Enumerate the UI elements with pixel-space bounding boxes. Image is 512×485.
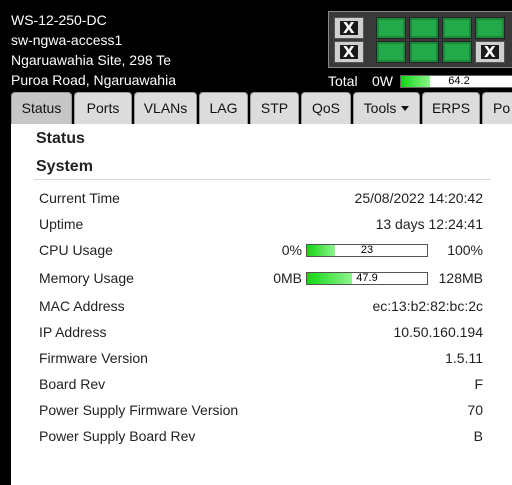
device-hostname: sw-ngwa-access1 (11, 32, 123, 48)
port-8[interactable] (442, 41, 472, 63)
section-title-system: System (36, 158, 93, 175)
current-time-value: 25/08/2022 14:20:42 (354, 190, 483, 206)
tab-stp[interactable]: STP (250, 92, 299, 124)
tab-tools[interactable]: Tools (353, 92, 420, 124)
memory-usage-label: Memory Usage (39, 270, 134, 286)
board-rev-value: F (474, 376, 483, 392)
total-power-watts: 0W (372, 73, 393, 89)
device-location-line1: Ngaruawahia Site, 298 Te (11, 52, 172, 68)
port-disabled-x-icon: X (484, 43, 496, 61)
port-disabled-x-icon: X (343, 19, 355, 37)
memory-usage-value: 47.9 (356, 272, 378, 284)
mac-address-value: ec:13:b2:82:bc:2c (372, 298, 483, 314)
port-disabled-x-icon: X (343, 43, 355, 61)
tab-erps[interactable]: ERPS (422, 92, 480, 124)
uptime-value: 13 days 12:24:41 (375, 216, 483, 232)
cpu-usage-value: 23 (360, 244, 374, 256)
tab-power[interactable]: Po (482, 92, 512, 124)
cpu-usage-bar: 23 (306, 244, 428, 257)
page-title: Status (36, 130, 85, 147)
board-rev-label: Board Rev (39, 376, 106, 392)
tab-qos[interactable]: QoS (301, 92, 351, 124)
cpu-usage-label: CPU Usage (39, 242, 113, 258)
row-firmware-version: Firmware Version 1.5.11 (39, 348, 483, 368)
ip-address-value: 10.50.160.194 (393, 324, 483, 340)
mac-address-label: MAC Address (39, 298, 125, 314)
memory-usage-bar: 47.9 (306, 272, 428, 285)
psu-firmware-version-label: Power Supply Firmware Version (39, 402, 239, 418)
uptime-label: Uptime (39, 216, 84, 232)
tab-vlans[interactable]: VLANs (134, 92, 197, 124)
row-psu-board-rev: Power Supply Board Rev B (39, 426, 483, 446)
device-location-line2: Puroa Road, Ngaruawahia (11, 72, 176, 88)
port-9[interactable] (475, 17, 505, 39)
memory-usage-min: 0MB (273, 270, 302, 286)
cpu-usage-max: 100% (447, 242, 483, 258)
total-power-label: Total (328, 73, 358, 89)
port-5[interactable] (409, 17, 439, 39)
tab-lag[interactable]: LAG (199, 92, 248, 124)
port-1[interactable]: X (334, 17, 364, 39)
memory-usage-max: 128MB (438, 270, 483, 286)
port-3[interactable] (376, 17, 406, 39)
row-ip-address: IP Address 10.50.160.194 (39, 322, 483, 342)
main-tabs: Status Ports VLANs LAG STP QoS Tools ERP… (11, 92, 512, 124)
cpu-usage-min: 0% (281, 242, 302, 258)
total-power-bar-value: 64.2 (448, 75, 470, 87)
status-panel: Status System Current Time 25/08/2022 14… (11, 124, 512, 485)
port-6[interactable] (409, 41, 439, 63)
psu-firmware-version-value: 70 (467, 402, 483, 418)
row-memory-usage: Memory Usage 0MB 47.9 128MB (39, 268, 483, 288)
row-psu-firmware-version: Power Supply Firmware Version 70 (39, 400, 483, 420)
row-uptime: Uptime 13 days 12:24:41 (39, 214, 483, 234)
port-4[interactable] (376, 41, 406, 63)
port-status-panel: X X X (328, 11, 512, 68)
port-7[interactable] (442, 17, 472, 39)
tab-ports[interactable]: Ports (74, 92, 132, 124)
row-cpu-usage: CPU Usage 0% 23 100% (39, 240, 483, 260)
device-info: WS-12-250-DC sw-ngwa-access1 Ngaruawahia… (11, 10, 176, 90)
total-power-bar: 64.2 (400, 75, 512, 88)
firmware-version-label: Firmware Version (39, 350, 148, 366)
section-divider (34, 179, 491, 180)
ip-address-label: IP Address (39, 324, 107, 340)
chevron-down-icon (401, 106, 410, 111)
psu-board-rev-value: B (473, 428, 483, 444)
port-2[interactable]: X (334, 41, 364, 63)
total-power: Total 0W 64.2 (328, 73, 512, 89)
device-name: WS-12-250-DC (11, 12, 107, 28)
row-board-rev: Board Rev F (39, 374, 483, 394)
current-time-label: Current Time (39, 190, 120, 206)
firmware-version-value: 1.5.11 (445, 350, 483, 366)
row-current-time: Current Time 25/08/2022 14:20:42 (39, 188, 483, 208)
psu-board-rev-label: Power Supply Board Rev (39, 428, 196, 444)
row-mac-address: MAC Address ec:13:b2:82:bc:2c (39, 296, 483, 316)
port-10[interactable]: X (475, 41, 505, 63)
tab-status[interactable]: Status (11, 92, 72, 124)
